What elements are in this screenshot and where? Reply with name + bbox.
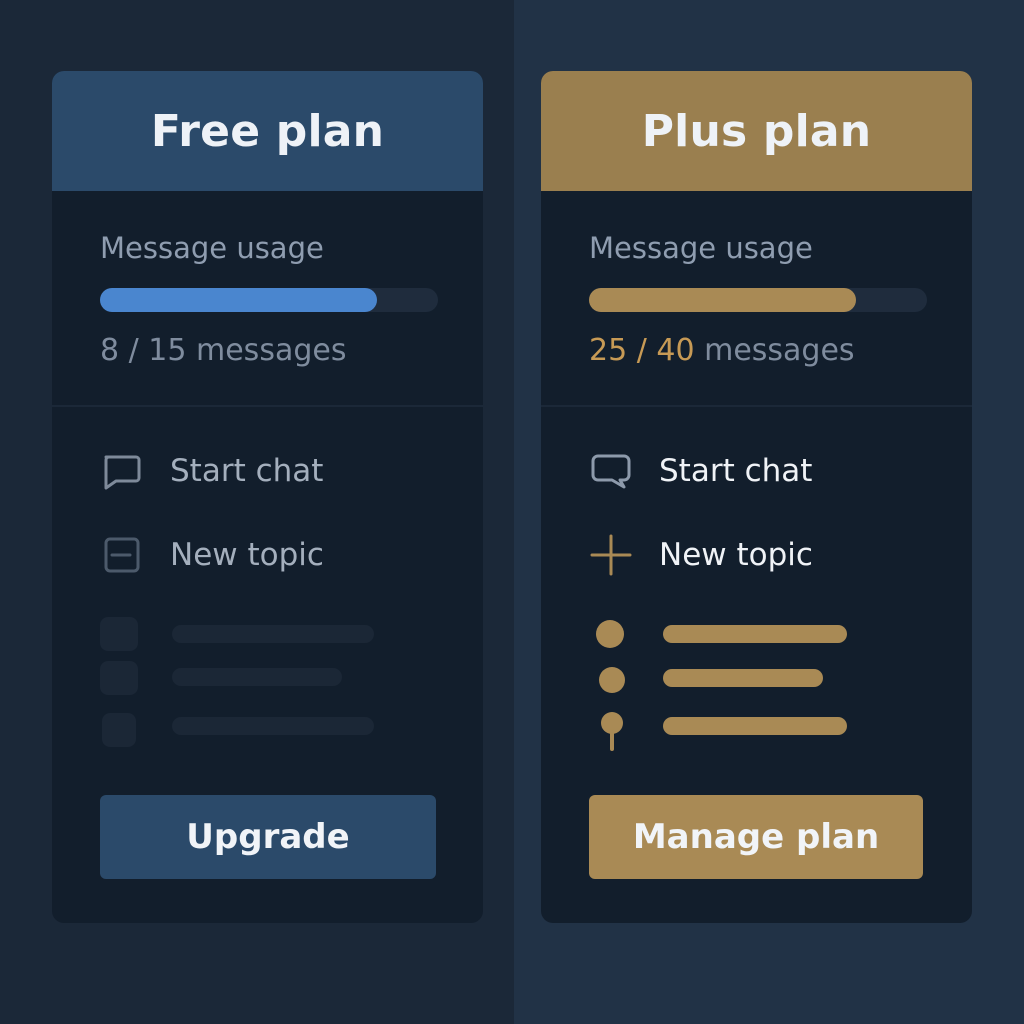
- free-usage-label: Message usage: [100, 231, 324, 265]
- placeholder-box: [102, 713, 136, 747]
- free-usage-count: 8 / 15 messages: [100, 333, 346, 368]
- free-new-topic-item[interactable]: New topic: [100, 533, 324, 577]
- chat-bubble-icon: [589, 449, 633, 493]
- feature-line: [663, 669, 823, 687]
- plus-new-topic-item[interactable]: New topic: [589, 533, 813, 577]
- placeholder-line: [172, 625, 374, 643]
- chat-bubble-icon: [100, 449, 144, 493]
- plus-plan-card: Plus plan Message usage 25 / 40 messages…: [541, 71, 972, 923]
- plus-start-chat-label: Start chat: [659, 453, 813, 489]
- free-start-chat-item[interactable]: Start chat: [100, 449, 323, 493]
- topic-card-icon: [100, 533, 144, 577]
- placeholder-line: [172, 717, 374, 735]
- plus-start-chat-item[interactable]: Start chat: [589, 449, 812, 493]
- upgrade-button[interactable]: Upgrade: [100, 795, 436, 879]
- pin-icon: [601, 712, 623, 751]
- placeholder-line: [172, 668, 342, 686]
- free-separator: /: [119, 333, 149, 368]
- free-usage-section: Message usage 8 / 15 messages: [52, 191, 483, 407]
- manage-plan-button[interactable]: Manage plan: [589, 795, 923, 879]
- plus-usage-progress-fill: [589, 288, 857, 312]
- plus-icon: [589, 533, 633, 577]
- free-used-count: 8: [100, 333, 120, 368]
- placeholder-box: [100, 617, 138, 651]
- free-usage-progress-fill: [100, 288, 378, 312]
- free-new-topic-label: New topic: [170, 537, 324, 573]
- feature-line: [663, 625, 847, 643]
- bullet-dot-icon: [596, 620, 624, 648]
- plus-new-topic-label: New topic: [659, 537, 813, 573]
- free-unit: messages: [186, 333, 347, 368]
- free-plan-title: Free plan: [52, 71, 483, 191]
- plus-usage-label: Message usage: [589, 231, 813, 265]
- plus-usage-progress-bar: [589, 288, 927, 312]
- feature-line: [663, 717, 847, 735]
- free-usage-progress-bar: [100, 288, 438, 312]
- plus-usage-section: Message usage 25 / 40 messages: [541, 191, 972, 407]
- free-start-chat-label: Start chat: [170, 453, 324, 489]
- plus-separator: /: [627, 333, 657, 368]
- plus-limit-count: 40: [656, 333, 695, 368]
- plus-plan-title: Plus plan: [541, 71, 972, 191]
- plus-used-count: 25: [589, 333, 628, 368]
- bullet-dot-icon: [599, 667, 625, 693]
- free-plan-card: Free plan Message usage 8 / 15 messages …: [52, 71, 483, 923]
- plus-unit: messages: [694, 333, 855, 368]
- placeholder-box: [100, 661, 138, 695]
- plus-usage-count: 25 / 40 messages: [589, 333, 855, 368]
- free-limit-count: 15: [148, 333, 187, 368]
